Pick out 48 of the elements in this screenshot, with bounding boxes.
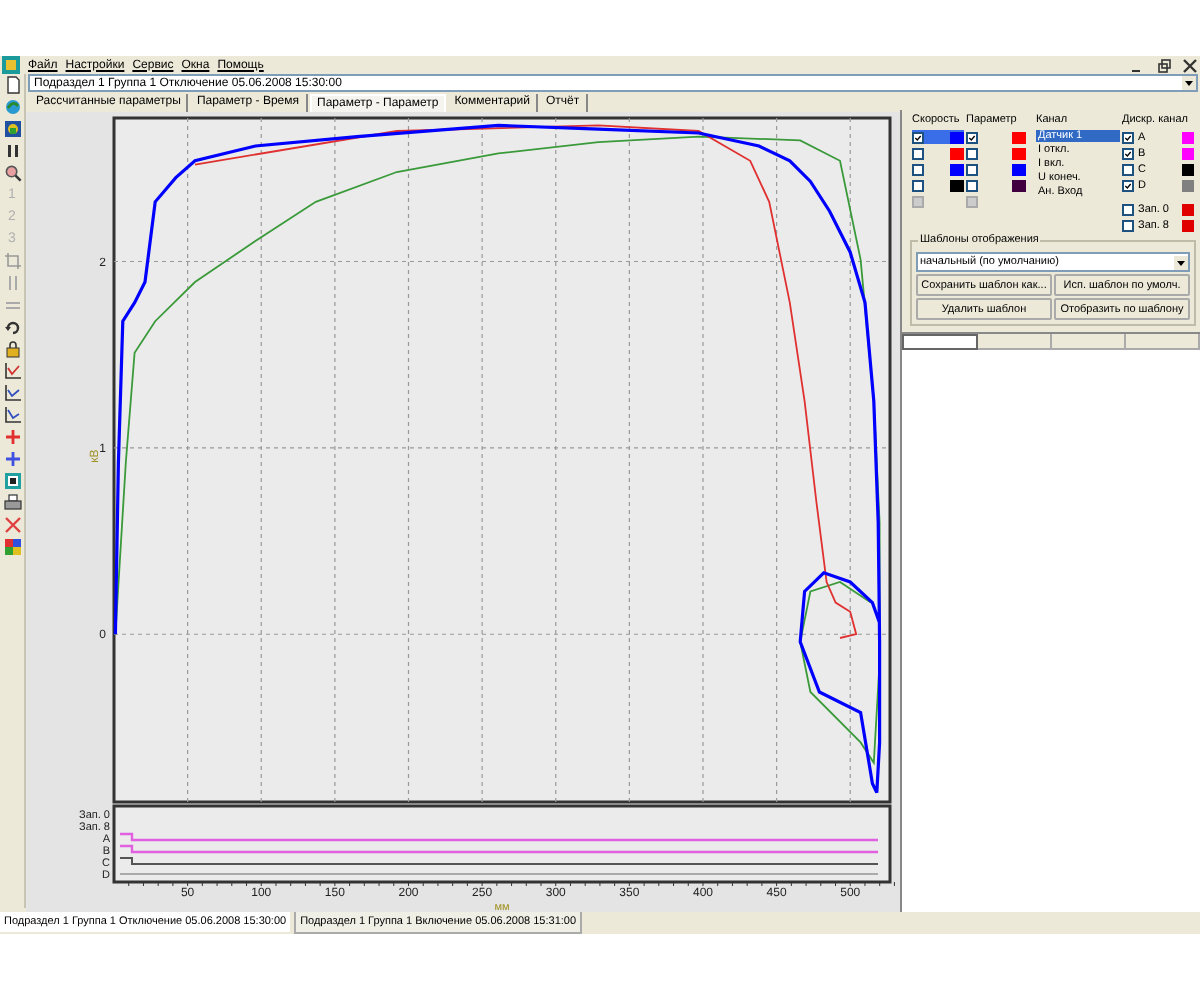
delete-icon[interactable] <box>3 516 21 534</box>
checkbox[interactable] <box>966 147 978 159</box>
color-swatch[interactable] <box>950 179 964 191</box>
zoom-icon[interactable] <box>3 164 21 182</box>
color-swatch[interactable] <box>1182 147 1194 159</box>
checkbox[interactable] <box>912 163 924 175</box>
checkbox[interactable] <box>912 147 924 159</box>
chart-icon[interactable] <box>3 406 21 424</box>
undo-icon[interactable] <box>3 318 21 336</box>
color-swatch[interactable] <box>1182 203 1194 215</box>
document-icon[interactable] <box>3 76 21 94</box>
checkbox[interactable] <box>1122 163 1134 175</box>
pause-icon[interactable] <box>3 142 21 160</box>
checkbox[interactable] <box>1122 179 1134 191</box>
checkbox[interactable] <box>966 163 978 175</box>
plus-icon[interactable] <box>3 450 21 468</box>
checkbox[interactable] <box>1122 131 1134 143</box>
app-icon <box>2 56 20 74</box>
close-icon[interactable] <box>1182 57 1198 73</box>
color-swatch[interactable] <box>1182 163 1194 175</box>
checkbox[interactable] <box>1122 147 1134 159</box>
color-swatch[interactable] <box>950 147 964 159</box>
chart-icon[interactable] <box>3 384 21 402</box>
frame-icon[interactable] <box>3 472 21 490</box>
checkbox[interactable] <box>966 131 978 143</box>
checkbox[interactable] <box>912 131 924 143</box>
color-swatch[interactable] <box>1012 179 1026 191</box>
checkbox[interactable] <box>912 179 924 191</box>
color-swatch[interactable] <box>950 163 964 175</box>
color-swatch[interactable] <box>1012 131 1026 143</box>
color-swatch[interactable] <box>1012 163 1026 175</box>
dropdown-arrow-icon <box>1174 255 1188 269</box>
color-swatch[interactable] <box>1012 147 1026 159</box>
palette-icon[interactable] <box>3 538 21 556</box>
color-swatch[interactable] <box>1182 219 1194 231</box>
printer-icon[interactable] <box>3 494 21 512</box>
image-icon[interactable] <box>3 120 21 138</box>
checkbox[interactable] <box>1122 203 1134 215</box>
lock-icon[interactable] <box>3 340 21 358</box>
color-swatch[interactable] <box>1182 179 1194 191</box>
checkbox[interactable] <box>966 179 978 191</box>
chart-icon[interactable] <box>3 362 21 380</box>
checkbox[interactable] <box>1122 219 1134 231</box>
color-swatch[interactable] <box>1182 131 1194 143</box>
refresh-icon[interactable] <box>3 98 21 116</box>
color-swatch[interactable] <box>950 131 964 143</box>
plus-icon[interactable] <box>3 428 21 446</box>
restore-icon[interactable] <box>1156 57 1172 73</box>
